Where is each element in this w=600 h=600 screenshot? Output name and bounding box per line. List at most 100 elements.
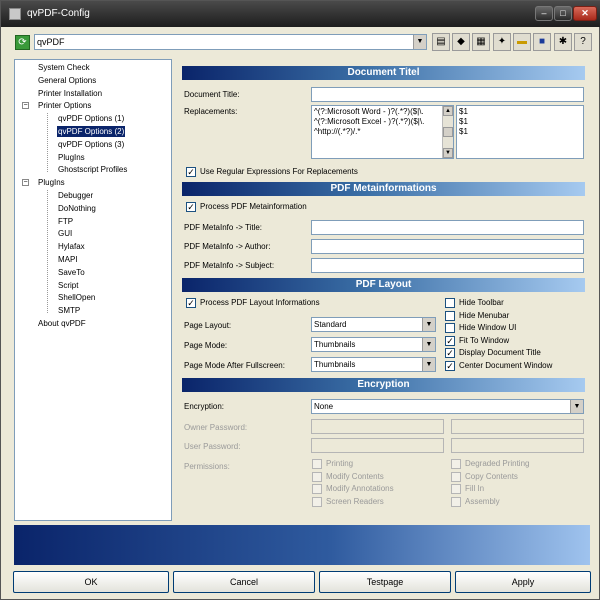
tree-item[interactable]: Script — [57, 280, 79, 291]
process-metainfo-checkbox[interactable]: ✓ — [186, 202, 196, 212]
chevron-down-icon[interactable]: ▼ — [422, 358, 435, 371]
options-tree[interactable]: System Check General Options Printer Insta… — [14, 59, 172, 521]
tree-item[interactable]: FTP — [57, 216, 74, 227]
title-bar[interactable]: qvPDF-Config – □ ✕ — [1, 1, 600, 27]
tree-item[interactable]: SaveTo — [57, 267, 86, 278]
minimize-button[interactable]: – — [535, 6, 553, 21]
layout-option-label: Hide Menubar — [459, 310, 510, 320]
permission-checkbox[interactable] — [312, 459, 322, 469]
tree-item[interactable]: MAPI — [57, 254, 79, 265]
permission-checkbox[interactable] — [312, 484, 322, 494]
section-document-title: Document Titel — [182, 66, 585, 80]
profile-select[interactable]: qvPDF ▼ — [34, 34, 427, 50]
layout-option-checkbox[interactable] — [445, 310, 455, 321]
tree-item[interactable]: System Check — [37, 62, 91, 73]
layout-option-checkbox[interactable]: ✓ — [445, 335, 455, 346]
scroll-up-icon[interactable]: ▲ — [443, 106, 453, 116]
tree-item[interactable]: Printer Installation — [37, 88, 103, 99]
collapse-icon[interactable]: − — [22, 179, 29, 187]
apply-button[interactable]: Apply — [455, 571, 591, 593]
use-regex-checkbox[interactable]: ✓ — [186, 167, 196, 177]
help-icon[interactable]: ? — [574, 33, 592, 51]
tree-item[interactable]: Printer Options — [37, 100, 92, 111]
cancel-button[interactable]: Cancel — [173, 571, 315, 593]
ok-button[interactable]: OK — [13, 571, 169, 593]
window-title: qvPDF-Config — [27, 8, 90, 19]
maximize-button[interactable]: □ — [554, 6, 572, 21]
layout-option-checkbox[interactable]: ✓ — [445, 360, 455, 371]
owner-password-confirm-input[interactable] — [451, 419, 584, 434]
footer-banner — [14, 525, 590, 565]
user-password-confirm-input[interactable] — [451, 438, 584, 453]
testpage-button[interactable]: Testpage — [319, 571, 451, 593]
settings-icon[interactable]: ✱ — [554, 33, 572, 51]
tree-item[interactable]: qvPDF Options (3) — [57, 139, 125, 150]
tree-item[interactable]: ShellOpen — [57, 292, 96, 303]
permission-checkbox[interactable] — [312, 496, 322, 507]
replacement-values-textarea[interactable]: $1 $1 $1 — [456, 105, 584, 159]
wand-icon[interactable]: ✦ — [493, 33, 511, 51]
meta-subject-input[interactable] — [311, 258, 584, 273]
section-metainfo: PDF Metainformations — [182, 182, 585, 196]
tree-item[interactable]: Hylafax — [57, 241, 86, 252]
fullscreen-mode-select[interactable]: Thumbnails ▼ — [311, 357, 436, 372]
layout-option-checkbox[interactable] — [445, 298, 455, 308]
user-password-label: User Password: — [184, 442, 241, 451]
meta-title-input[interactable] — [311, 220, 584, 235]
section-pdf-layout: PDF Layout — [182, 278, 585, 292]
tree-item[interactable]: DoNothing — [57, 203, 97, 214]
save-profile-icon[interactable]: ◆ — [452, 33, 470, 51]
replacement-patterns-textarea[interactable]: ^(?:Microsoft Word - )?(.*?)($|\. ^(?:Mi… — [311, 105, 454, 159]
printer-icon[interactable]: ▦ — [472, 33, 490, 51]
folder-icon[interactable]: ▬ — [513, 33, 531, 51]
disk-icon[interactable]: ■ — [533, 33, 551, 51]
permission-label: Degraded Printing — [465, 459, 530, 468]
process-layout-checkbox[interactable]: ✓ — [186, 298, 196, 308]
encryption-select[interactable]: None ▼ — [311, 399, 584, 414]
close-button[interactable]: ✕ — [573, 6, 597, 21]
page-layout-select[interactable]: Standard ▼ — [311, 317, 436, 332]
permission-checkbox[interactable] — [451, 471, 461, 482]
owner-password-input[interactable] — [311, 419, 444, 434]
replacement-line: $1 — [459, 127, 468, 136]
layout-option-checkbox[interactable]: ✓ — [445, 348, 455, 358]
page-mode-select[interactable]: Thumbnails ▼ — [311, 337, 436, 352]
tree-guide-line — [47, 190, 48, 313]
scroll-down-icon[interactable]: ▼ — [443, 148, 453, 158]
permission-checkbox[interactable] — [451, 496, 461, 507]
user-password-input[interactable] — [311, 438, 444, 453]
page-layout-value: Standard — [314, 320, 347, 329]
permission-label: Modify Annotations — [326, 484, 394, 493]
chevron-down-icon[interactable]: ▼ — [570, 400, 583, 413]
chevron-down-icon[interactable]: ▼ — [413, 35, 426, 49]
permission-checkbox[interactable] — [312, 471, 322, 482]
refresh-icon[interactable]: ⟳ — [15, 35, 30, 50]
page-layout-label: Page Layout: — [184, 321, 232, 330]
page-mode-label: Page Mode: — [184, 341, 228, 350]
tree-item[interactable]: Ghostscript Profiles — [57, 164, 128, 175]
tree-item[interactable]: PlugIns — [57, 152, 86, 163]
tree-item[interactable]: Debugger — [57, 190, 94, 201]
document-icon[interactable]: ▤ — [432, 33, 450, 51]
tree-item[interactable]: SMTP — [57, 305, 81, 316]
tree-item[interactable]: qvPDF Options (2) — [57, 126, 126, 137]
tree-item[interactable]: qvPDF Options (1) — [57, 113, 125, 124]
tree-item[interactable]: General Options — [37, 75, 97, 86]
tree-item[interactable]: PlugIns — [37, 177, 66, 188]
scroll-thumb[interactable] — [443, 127, 453, 137]
chevron-down-icon[interactable]: ▼ — [422, 318, 435, 331]
layout-option-checkbox[interactable] — [445, 323, 455, 333]
replacement-line: $1 — [459, 107, 468, 116]
tree-item[interactable]: GUI — [57, 228, 73, 239]
chevron-down-icon[interactable]: ▼ — [422, 338, 435, 351]
collapse-icon[interactable]: − — [22, 102, 29, 110]
permission-checkbox[interactable] — [451, 459, 461, 469]
page-mode-value: Thumbnails — [314, 340, 356, 349]
permission-label: Fill In — [465, 484, 485, 493]
patterns-scrollbar[interactable]: ▲ ▼ — [442, 106, 453, 158]
tree-item[interactable]: About qvPDF — [37, 318, 87, 329]
permission-checkbox[interactable] — [451, 484, 461, 494]
meta-author-input[interactable] — [311, 239, 584, 254]
document-title-input[interactable] — [311, 87, 584, 102]
permissions-label: Permissions: — [184, 462, 230, 471]
